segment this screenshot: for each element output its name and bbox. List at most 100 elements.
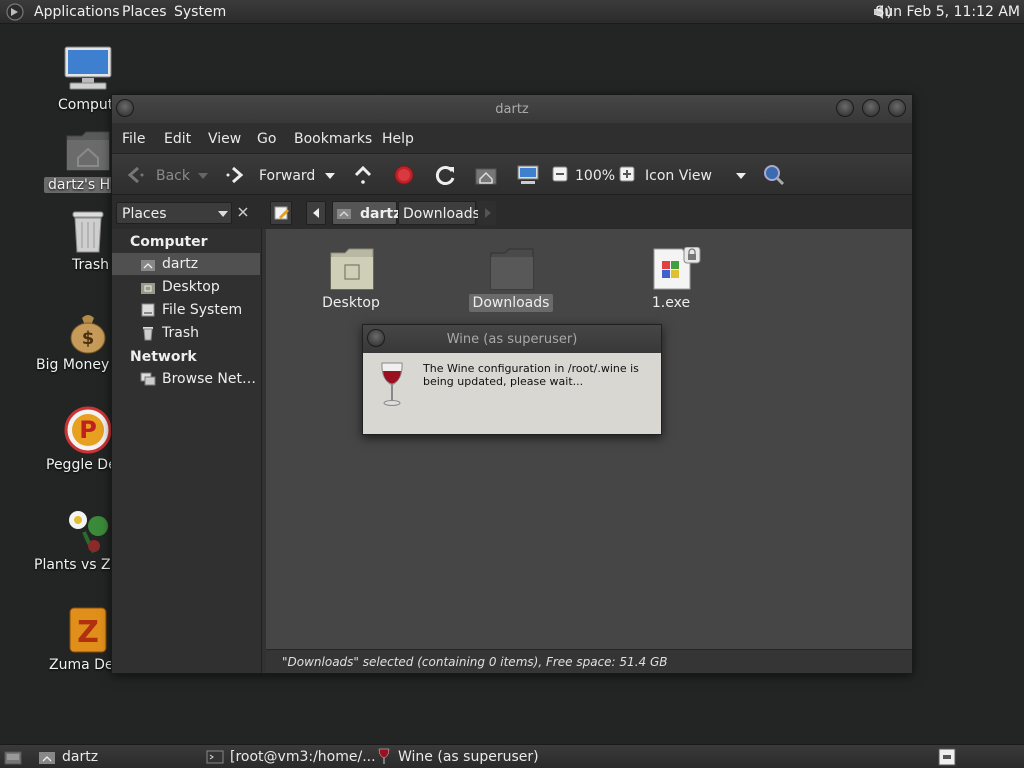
wine-dialog: Wine (as superuser) The Wine configurati…	[362, 324, 662, 435]
desktop-icon-label: Peggle Del	[46, 457, 121, 473]
menu-view[interactable]: View	[208, 131, 241, 147]
bottom-panel: dartz [root@vm3:/home/... Wine (as super…	[0, 744, 1024, 768]
terminal-icon	[206, 750, 224, 764]
home-folder-small-icon	[337, 209, 351, 219]
desktop-icon-big-money[interactable]: $ Big Money D	[0, 310, 124, 380]
desktop-icon-peggle[interactable]: P Peggle Del	[0, 406, 121, 476]
forward-dropdown-icon[interactable]	[325, 172, 335, 180]
sidebar-item-browse-network[interactable]: Browse Net…	[112, 368, 260, 390]
back-button[interactable]: Back	[156, 168, 190, 184]
sidebar-selector[interactable]: Places	[116, 202, 232, 224]
plants-icon	[69, 511, 108, 554]
trash-small-icon	[143, 327, 153, 341]
exe-file-icon	[653, 247, 701, 290]
sidebar-heading-computer: Computer	[130, 234, 208, 250]
breadcrumb-downloads[interactable]: Downloads	[398, 201, 480, 225]
computer-icon	[64, 46, 112, 90]
svg-text:P: P	[79, 416, 97, 444]
dialog-title: Wine (as superuser)	[446, 332, 578, 347]
desktop-folder-icon	[141, 283, 155, 294]
menu-bar: File Edit View Go Bookmarks Help	[112, 123, 912, 153]
breadcrumb-dartz[interactable]: dartz	[332, 201, 401, 225]
svg-text:$: $	[82, 328, 95, 349]
desktop-icon-plants[interactable]: Plants vs Zon	[0, 506, 128, 576]
breadcrumb-left-arrow[interactable]	[306, 201, 326, 225]
breadcrumb-right-arrow[interactable]	[478, 201, 496, 225]
desktop-icon-trash[interactable]: Trash	[0, 208, 110, 278]
desktop-icon-home[interactable]: dartz's Ho	[0, 128, 123, 198]
sidebar-item-label: Desktop	[162, 279, 220, 295]
taskbar-item-wine[interactable]: Wine (as superuser)	[398, 749, 539, 765]
edit-location-button[interactable]	[270, 201, 292, 225]
window-title: dartz	[495, 102, 529, 117]
reload-icon[interactable]	[434, 163, 458, 187]
home-icon[interactable]	[474, 163, 498, 187]
desktop-icon-label: Trash	[72, 257, 109, 273]
window-titlebar[interactable]: dartz	[112, 95, 912, 123]
applications-menu[interactable]: Applications	[34, 4, 120, 20]
breadcrumb-label: Downloads	[403, 206, 480, 222]
dialog-titlebar[interactable]: Wine (as superuser)	[363, 325, 661, 353]
breadcrumb-label: dartz	[360, 206, 402, 222]
system-menu[interactable]: System	[174, 4, 226, 20]
folder-icon	[490, 248, 534, 290]
home-folder-icon	[66, 131, 110, 171]
sidebar-selector-label: Places	[122, 206, 167, 222]
places-sidebar: Computer dartz Desktop File System Trash…	[112, 229, 262, 673]
back-dropdown-icon[interactable]	[198, 172, 208, 180]
pencil-icon	[274, 206, 289, 220]
top-panel: Applications Places System Sun Feb 5, 11…	[0, 0, 1024, 24]
desktop-icon-computer[interactable]: Compute	[0, 44, 122, 114]
forward-button[interactable]: Forward	[259, 168, 315, 184]
computer-toolbar-icon[interactable]	[516, 163, 540, 187]
gnome-menu-icon[interactable]	[6, 3, 24, 21]
panel-clock[interactable]: Sun Feb 5, 11:12 AM	[875, 4, 1020, 20]
chevron-down-icon	[218, 211, 228, 217]
taskbar-item-dartz[interactable]: dartz	[62, 749, 98, 765]
menu-edit[interactable]: Edit	[164, 131, 191, 147]
dialog-message: The Wine configuration in /root/.wine is…	[423, 362, 639, 388]
sidebar-item-desktop[interactable]: Desktop	[112, 276, 260, 298]
menu-bookmarks[interactable]: Bookmarks	[294, 131, 372, 147]
file-item-label: Downloads	[456, 294, 566, 312]
search-icon[interactable]	[762, 163, 786, 187]
file-item-label: Desktop	[322, 295, 380, 311]
peggle-icon: P	[64, 406, 112, 454]
close-button[interactable]	[888, 99, 906, 117]
close-sidebar-icon[interactable]	[236, 205, 250, 219]
sidebar-item-dartz[interactable]: dartz	[112, 253, 260, 275]
network-icon	[140, 372, 156, 386]
sidebar-item-label: dartz	[162, 256, 199, 272]
menu-file[interactable]: File	[122, 131, 145, 147]
drive-icon	[141, 303, 155, 317]
workspace-switcher-icon[interactable]	[938, 748, 956, 766]
status-bar: "Downloads" selected (containing 0 items…	[266, 649, 912, 673]
folder-icon	[330, 248, 374, 290]
minimize-button[interactable]	[836, 99, 854, 117]
view-mode-select[interactable]: Icon View	[645, 168, 712, 184]
stop-icon[interactable]	[392, 163, 416, 187]
chevron-left-icon	[313, 208, 319, 218]
forward-arrow-icon[interactable]	[224, 163, 248, 187]
desktop-icon-zuma[interactable]: Z Zuma Delu	[0, 606, 126, 676]
location-bar: Places dartz Downloads	[112, 195, 912, 229]
svg-text:Z: Z	[77, 615, 99, 650]
view-mode-dropdown-icon[interactable]	[736, 172, 746, 180]
sidebar-item-file-system[interactable]: File System	[112, 299, 260, 321]
wine-glass-icon	[378, 748, 390, 764]
file-item-label: 1.exe	[651, 295, 691, 311]
up-arrow-icon[interactable]	[351, 163, 375, 187]
taskbar-item-terminal[interactable]: [root@vm3:/home/...	[230, 749, 376, 765]
zoom-in-icon[interactable]	[619, 166, 643, 190]
maximize-button[interactable]	[862, 99, 880, 117]
sidebar-item-label: Browse Net…	[162, 371, 257, 387]
sidebar-item-trash[interactable]: Trash	[112, 322, 260, 344]
places-menu[interactable]: Places	[122, 4, 167, 20]
zoom-out-icon[interactable]	[552, 166, 576, 190]
show-desktop-icon[interactable]	[4, 749, 22, 765]
menu-help[interactable]: Help	[382, 131, 414, 147]
back-arrow-icon[interactable]	[122, 163, 146, 187]
file-view[interactable]: Desktop Downloads 1.exe	[266, 229, 912, 649]
menu-go[interactable]: Go	[257, 131, 276, 147]
sidebar-item-label: Trash	[162, 325, 199, 341]
